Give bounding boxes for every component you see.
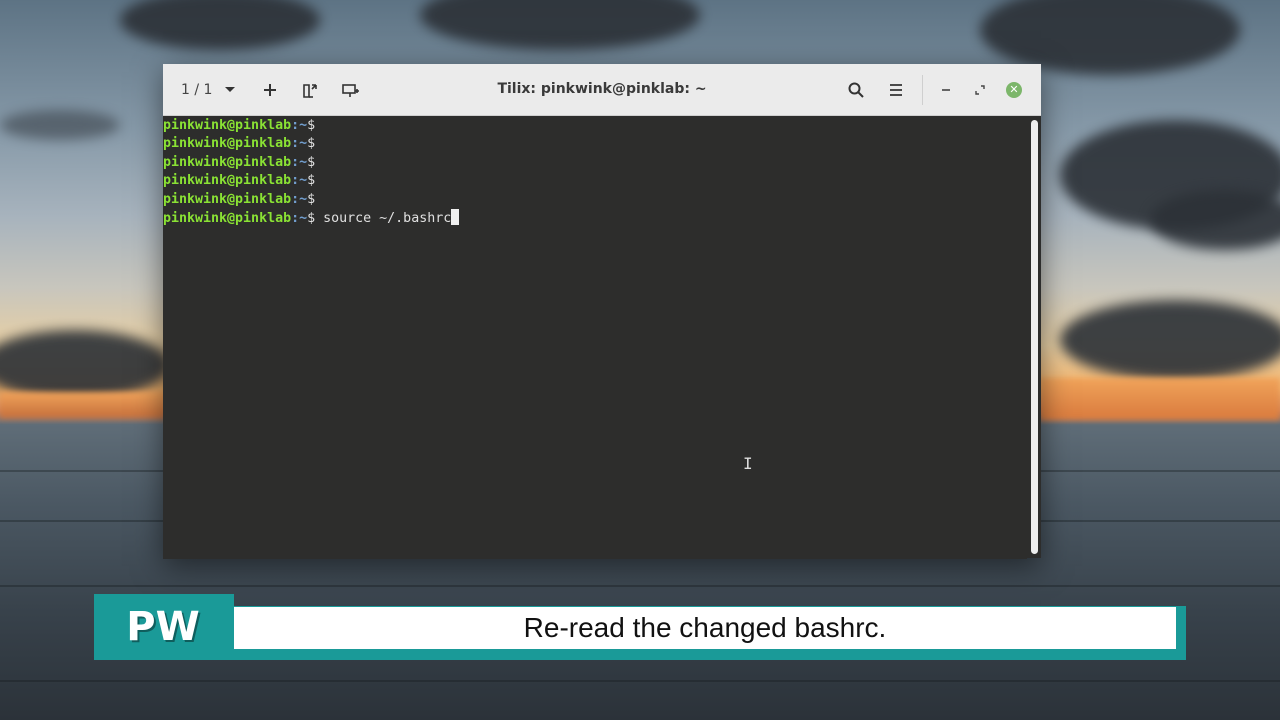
prompt-symbol: $ (307, 210, 316, 226)
titlebar-right-controls: ✕ (836, 64, 1031, 115)
hamburger-menu-icon[interactable] (876, 72, 916, 108)
split-right-icon[interactable] (290, 72, 330, 108)
pw-badge: PW (126, 604, 200, 650)
scrollbar[interactable] (1027, 116, 1041, 558)
command-text: source ~/.bashrc (315, 210, 452, 226)
add-session-icon[interactable] (330, 72, 370, 108)
terminal-line: pinkwink@pinklab:~$ (163, 191, 1027, 209)
chevron-down-icon[interactable] (218, 72, 242, 108)
sunset-glow (0, 392, 165, 418)
terminal-line: pinkwink@pinklab:~$ (163, 117, 1027, 135)
prompt-path: :~ (291, 136, 308, 152)
prompt-symbol: $ (307, 191, 316, 207)
sunset-glow (1040, 378, 1280, 420)
prompt-path: :~ (291, 118, 308, 133)
plus-icon[interactable] (250, 72, 290, 108)
prompt-path: :~ (291, 173, 308, 189)
minimize-icon[interactable] (929, 72, 963, 108)
prompt-user: pinkwink@pinklab (163, 136, 292, 152)
terminal-line: pinkwink@pinklab:~$ source ~/.bashrc (163, 208, 1027, 227)
terminal-view[interactable]: pinkwink@pinklab:~$ pinkwink@pinklab:~$ pi… (163, 116, 1027, 559)
prompt-path: :~ (291, 210, 308, 226)
terminal-line: pinkwink@pinklab:~$ (163, 154, 1027, 172)
prompt-symbol: $ (307, 118, 316, 133)
prompt-path: :~ (291, 154, 308, 170)
prompt-path: :~ (291, 191, 308, 207)
cloud (420, 0, 700, 50)
sea-ripple (0, 585, 1280, 587)
separator (922, 74, 923, 105)
close-icon: ✕ (1006, 81, 1022, 98)
cloud (1060, 300, 1280, 380)
prompt-user: pinkwink@pinklab (163, 173, 292, 189)
prompt-user: pinkwink@pinklab (163, 118, 292, 133)
cloud (0, 330, 170, 400)
prompt-user: pinkwink@pinklab (163, 154, 292, 170)
titlebar-left-controls: 1 / 1 (181, 64, 370, 115)
terminal-line: pinkwink@pinklab:~$ (163, 135, 1027, 153)
search-icon[interactable] (836, 72, 876, 108)
close-button[interactable]: ✕ (997, 72, 1031, 108)
cloud (1150, 190, 1280, 250)
tilix-window: 1 / 1 Tilix: pinkwink@pinklab: ~ ✕ pinkw… (163, 64, 1041, 559)
prompt-user: pinkwink@pinklab (163, 210, 292, 226)
maximize-icon[interactable] (963, 72, 997, 108)
terminal-line: pinkwink@pinklab:~$ (163, 172, 1027, 190)
prompt-symbol: $ (307, 136, 316, 152)
titlebar[interactable]: 1 / 1 Tilix: pinkwink@pinklab: ~ ✕ (163, 64, 1041, 116)
prompt-user: pinkwink@pinklab (163, 191, 292, 207)
prompt-symbol: $ (307, 173, 316, 189)
prompt-symbol: $ (307, 154, 316, 170)
scrollbar-thumb[interactable] (1031, 120, 1038, 554)
cloud (0, 110, 120, 140)
caption-text: Re-read the changed bashrc. (234, 607, 1176, 649)
sea-ripple (0, 680, 1280, 682)
terminal-cursor (451, 208, 460, 225)
text-cursor-icon: I (743, 454, 753, 473)
session-count[interactable]: 1 / 1 (181, 82, 212, 98)
cloud (120, 0, 320, 50)
